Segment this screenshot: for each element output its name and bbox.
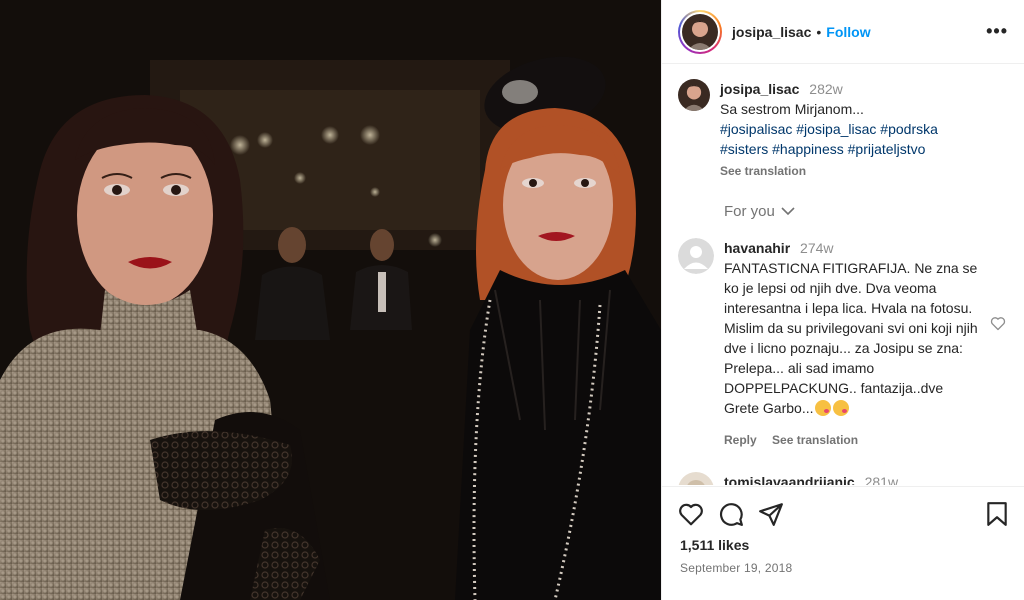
more-horizontal-icon[interactable]: •••: [986, 21, 1008, 42]
separator-dot: •: [816, 23, 822, 40]
comment-see-translation[interactable]: See translation: [772, 433, 858, 447]
avatar: [682, 13, 718, 50]
likes-count[interactable]: 1,511 likes: [662, 527, 1024, 553]
follow-button[interactable]: Follow: [826, 24, 870, 40]
post-sidebar: josipa_lisac • Follow ••• josipa_lisac 2…: [661, 0, 1024, 600]
caption-see-translation[interactable]: See translation: [720, 161, 1008, 181]
reply-button[interactable]: Reply: [724, 433, 757, 447]
post-header: josipa_lisac • Follow •••: [662, 0, 1024, 64]
story-ring[interactable]: [678, 9, 722, 54]
comment-item: havanahir 274w FANTASTICNA FITIGRAFIJA. …: [662, 220, 1024, 450]
share-icon[interactable]: [758, 501, 784, 527]
caption-text: Sa sestrom Mirjanom...: [720, 101, 864, 117]
kiss-emoji-icon: [833, 400, 850, 416]
comment-like-heart-icon[interactable]: [990, 316, 1006, 336]
kiss-emoji-icon: [815, 400, 832, 416]
caption: josipa_lisac 282w Sa sestrom Mirjanom...…: [662, 65, 1024, 181]
chevron-down-icon: [781, 203, 795, 220]
for-you-dropdown[interactable]: For you: [724, 203, 1024, 220]
caption-avatar[interactable]: [678, 79, 710, 111]
post-date[interactable]: September 19, 2018: [662, 553, 1024, 575]
comment-avatar[interactable]: [678, 472, 714, 485]
photo-illustration: [0, 0, 661, 600]
default-avatar-icon[interactable]: [678, 238, 714, 274]
comment-text: FANTASTICNA FITIGRAFIJA. Ne zna se ko je…: [724, 260, 978, 416]
comment-username[interactable]: tomislavaandrijanic: [724, 474, 855, 485]
comment-icon[interactable]: [718, 501, 744, 527]
header-username[interactable]: josipa_lisac: [732, 24, 811, 40]
bookmark-icon[interactable]: [986, 501, 1008, 527]
post-photo[interactable]: [0, 0, 661, 600]
comment-item: tomislavaandrijanic 281w: [662, 450, 1024, 485]
post-actions-bar: 1,511 likes September 19, 2018: [662, 486, 1024, 600]
for-you-label: For you: [724, 203, 775, 220]
caption-hashtags-1[interactable]: #josipalisac #josipa_lisac #podrska: [720, 119, 1008, 139]
caption-time: 282w: [809, 81, 843, 97]
comment-username[interactable]: havanahir: [724, 240, 790, 256]
comment-time: 274w: [800, 240, 834, 256]
caption-username[interactable]: josipa_lisac: [720, 81, 799, 97]
heart-icon[interactable]: [678, 502, 704, 526]
comments-scroll-area[interactable]: josipa_lisac 282w Sa sestrom Mirjanom...…: [662, 65, 1024, 485]
caption-hashtags-2[interactable]: #sisters #happiness #prijateljstvo: [720, 139, 1008, 159]
comment-time: 281w: [864, 474, 899, 485]
